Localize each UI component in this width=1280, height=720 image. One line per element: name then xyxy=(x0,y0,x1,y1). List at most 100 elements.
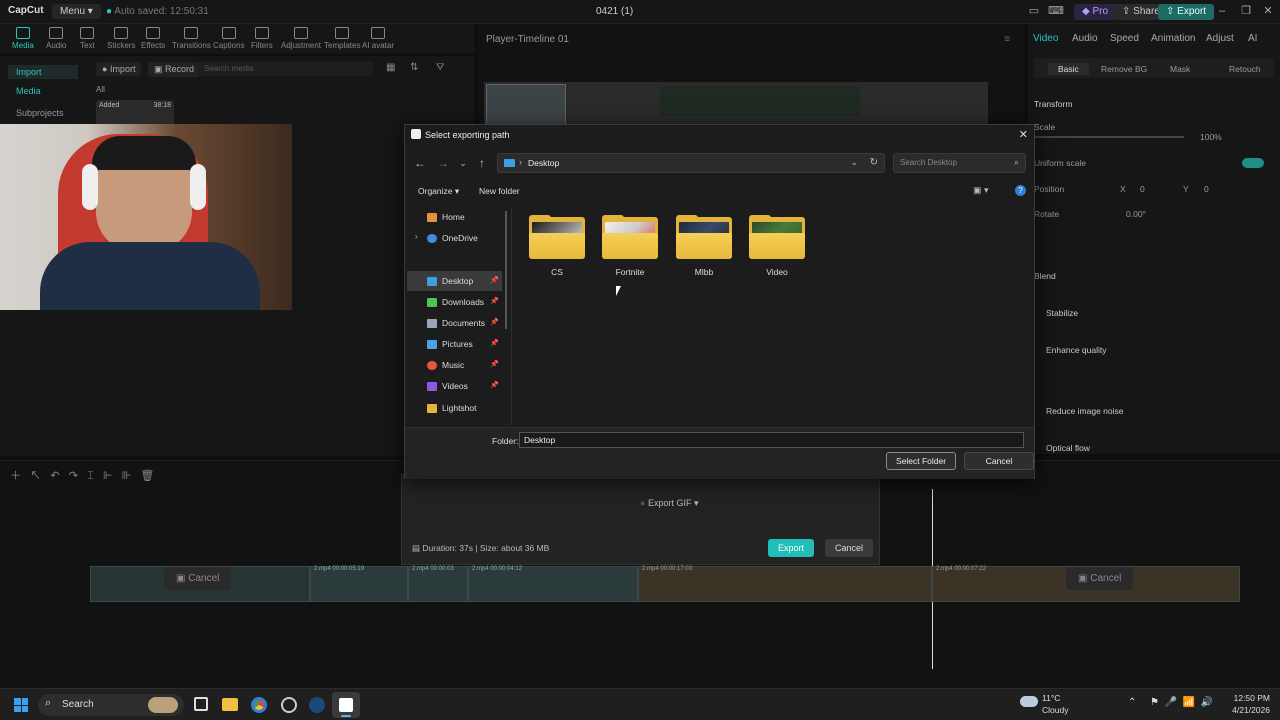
stabilize-label[interactable]: Stabilize xyxy=(1046,308,1078,318)
export-cancel-button[interactable]: Cancel xyxy=(825,539,874,557)
rotate-value[interactable]: 0.00° xyxy=(1126,209,1146,219)
chrome-icon[interactable] xyxy=(251,697,267,713)
timeline-clip[interactable]: 2.mp4 00:00:03 xyxy=(408,566,468,602)
subtab-remove-bg[interactable]: Remove BG xyxy=(1101,64,1147,74)
tool-transitions[interactable]: Transitions xyxy=(172,27,211,50)
side-item-subprojects[interactable]: Subprojects xyxy=(16,108,64,118)
tab-video[interactable]: Video xyxy=(1033,33,1058,44)
timeline-clip[interactable]: 2.mp4 00:00:04:12 xyxy=(468,566,638,602)
tool-media[interactable]: Media xyxy=(12,27,34,50)
nav-pictures[interactable]: Pictures 📌 xyxy=(407,334,502,354)
tool-filters[interactable]: Filters xyxy=(251,27,273,50)
uniform-scale-toggle[interactable] xyxy=(1242,158,1264,168)
expand-chevron-icon[interactable]: › xyxy=(415,232,418,241)
nav-music[interactable]: Music 📌 xyxy=(407,355,502,375)
folder-item[interactable]: CS xyxy=(527,215,587,277)
folder-input[interactable]: Desktop xyxy=(519,432,1024,448)
tab-speed[interactable]: Speed xyxy=(1110,33,1139,44)
help-icon[interactable]: ? xyxy=(1015,185,1026,196)
tab-adjust[interactable]: Adjust xyxy=(1206,33,1234,44)
view-options-icon[interactable]: ▣ ▾ xyxy=(973,185,989,196)
export-gif-option[interactable]: ● Export GIF ▾ xyxy=(640,498,699,509)
recent-dropdown-icon[interactable]: ⌄ xyxy=(456,156,470,170)
folder-item[interactable]: Mlbb xyxy=(674,215,734,277)
task-view-icon[interactable] xyxy=(194,697,208,711)
tab-animation[interactable]: Animation xyxy=(1151,33,1195,44)
folder-item[interactable]: Video xyxy=(747,215,807,277)
new-folder-button[interactable]: New folder xyxy=(479,186,520,196)
scale-value[interactable]: 100% xyxy=(1200,132,1222,142)
dialog-close-icon[interactable]: ✕ xyxy=(1019,128,1028,141)
clock-time[interactable]: 12:50 PM xyxy=(1232,693,1270,703)
pro-button[interactable]: ◆ Pro xyxy=(1074,4,1117,20)
folder-item[interactable]: Fortnite xyxy=(600,215,660,277)
dialog-cancel-button[interactable]: Cancel xyxy=(964,452,1034,470)
timeline-clip[interactable]: 2.mp4 00:00:17:03 xyxy=(638,566,932,602)
menu-button[interactable]: Menu ▾ xyxy=(52,4,101,19)
player-menu-icon[interactable]: ≡ xyxy=(1004,34,1010,45)
back-icon[interactable]: ← xyxy=(413,156,427,170)
export-button[interactable]: Export xyxy=(768,539,815,557)
nav-downloads[interactable]: Downloads 📌 xyxy=(407,292,502,312)
filter-all[interactable]: All xyxy=(96,85,105,94)
media-search-input[interactable]: Search media xyxy=(198,62,373,76)
nav-lightshot[interactable]: Lightshot xyxy=(407,398,502,418)
app-icon[interactable] xyxy=(281,697,297,713)
scale-slider[interactable] xyxy=(1034,136,1184,138)
grid-view-icon[interactable]: ▦ xyxy=(386,62,395,73)
clock-date[interactable]: 4/21/2026 xyxy=(1226,705,1270,715)
windows-start-icon[interactable] xyxy=(14,698,28,712)
tool-captions[interactable]: Captions xyxy=(213,27,245,50)
tray-icons[interactable]: ⚑ 🎤 📶 🔊 xyxy=(1150,697,1213,708)
subtab-retouch[interactable]: Retouch xyxy=(1229,64,1261,74)
nav-videos[interactable]: Videos 📌 xyxy=(407,376,502,396)
import-button[interactable]: ● Import xyxy=(96,62,142,76)
steam-icon[interactable] xyxy=(309,697,325,713)
record-button[interactable]: ▣ Record xyxy=(148,62,201,77)
pos-y-value[interactable]: 0 xyxy=(1204,184,1209,194)
organize-button[interactable]: Organize ▾ xyxy=(418,186,459,197)
nav-scrollbar[interactable] xyxy=(505,211,507,329)
enhance-quality-label[interactable]: Enhance quality xyxy=(1046,345,1107,355)
blend-heading[interactable]: Blend xyxy=(1034,271,1056,281)
maximize-icon[interactable]: ❐ xyxy=(1240,5,1252,17)
refresh-icon[interactable]: ↻ xyxy=(870,157,878,168)
subtab-mask[interactable]: Mask xyxy=(1170,64,1190,74)
tool-stickers[interactable]: Stickers xyxy=(107,27,135,50)
nav-documents[interactable]: Documents 📌 xyxy=(407,313,502,333)
tray-chevron-icon[interactable]: ⌃ xyxy=(1128,697,1136,708)
search-desktop-input[interactable]: Search Desktop ⌕ xyxy=(893,153,1026,173)
capcut-taskbar-button[interactable] xyxy=(332,692,360,718)
reduce-noise-label[interactable]: Reduce image noise xyxy=(1046,406,1124,416)
tool-adjustment[interactable]: Adjustment xyxy=(281,27,321,50)
optical-flow-label[interactable]: Optical flow xyxy=(1046,443,1090,453)
layout-icon[interactable]: ▭ xyxy=(1028,5,1040,17)
file-explorer-icon[interactable] xyxy=(222,698,238,711)
cancel-left-button[interactable]: ▣ Cancel xyxy=(164,567,232,590)
address-dropdown-icon[interactable]: ⌄ xyxy=(850,157,858,168)
weather-text[interactable]: Cloudy xyxy=(1042,705,1068,715)
timeline-clip[interactable]: 2.mp4 00:00:05:19 xyxy=(310,566,408,602)
taskbar-search[interactable]: ⌕ Search xyxy=(38,694,184,716)
tool-audio[interactable]: Audio xyxy=(46,27,66,50)
sort-icon[interactable]: ⇅ xyxy=(410,62,418,73)
tab-ai[interactable]: AI xyxy=(1248,33,1257,44)
tool-ai-avatar[interactable]: AI avatar xyxy=(362,27,394,50)
close-icon[interactable]: ✕ xyxy=(1262,5,1274,17)
address-bar[interactable]: › Desktop ⌄ ↻ xyxy=(497,153,885,173)
pos-x-value[interactable]: 0 xyxy=(1140,184,1145,194)
subtab-basic[interactable]: Basic xyxy=(1048,63,1089,75)
export-top-button[interactable]: ⇧ Export xyxy=(1158,4,1215,20)
side-item-import[interactable]: Import xyxy=(8,65,78,79)
minimize-icon[interactable]: – xyxy=(1216,5,1228,17)
side-item-media[interactable]: Media xyxy=(16,86,41,96)
select-folder-button[interactable]: Select Folder xyxy=(886,452,956,470)
tool-templates[interactable]: Templates xyxy=(324,27,360,50)
tool-effects[interactable]: Effects xyxy=(141,27,165,50)
nav-desktop[interactable]: Desktop 📌 xyxy=(407,271,502,291)
nav-home[interactable]: Home xyxy=(407,207,502,227)
shortcuts-icon[interactable]: ⌨ xyxy=(1048,5,1064,17)
tab-audio[interactable]: Audio xyxy=(1072,33,1098,44)
temperature[interactable]: 11°C xyxy=(1042,693,1060,703)
forward-icon[interactable]: → xyxy=(436,156,450,170)
